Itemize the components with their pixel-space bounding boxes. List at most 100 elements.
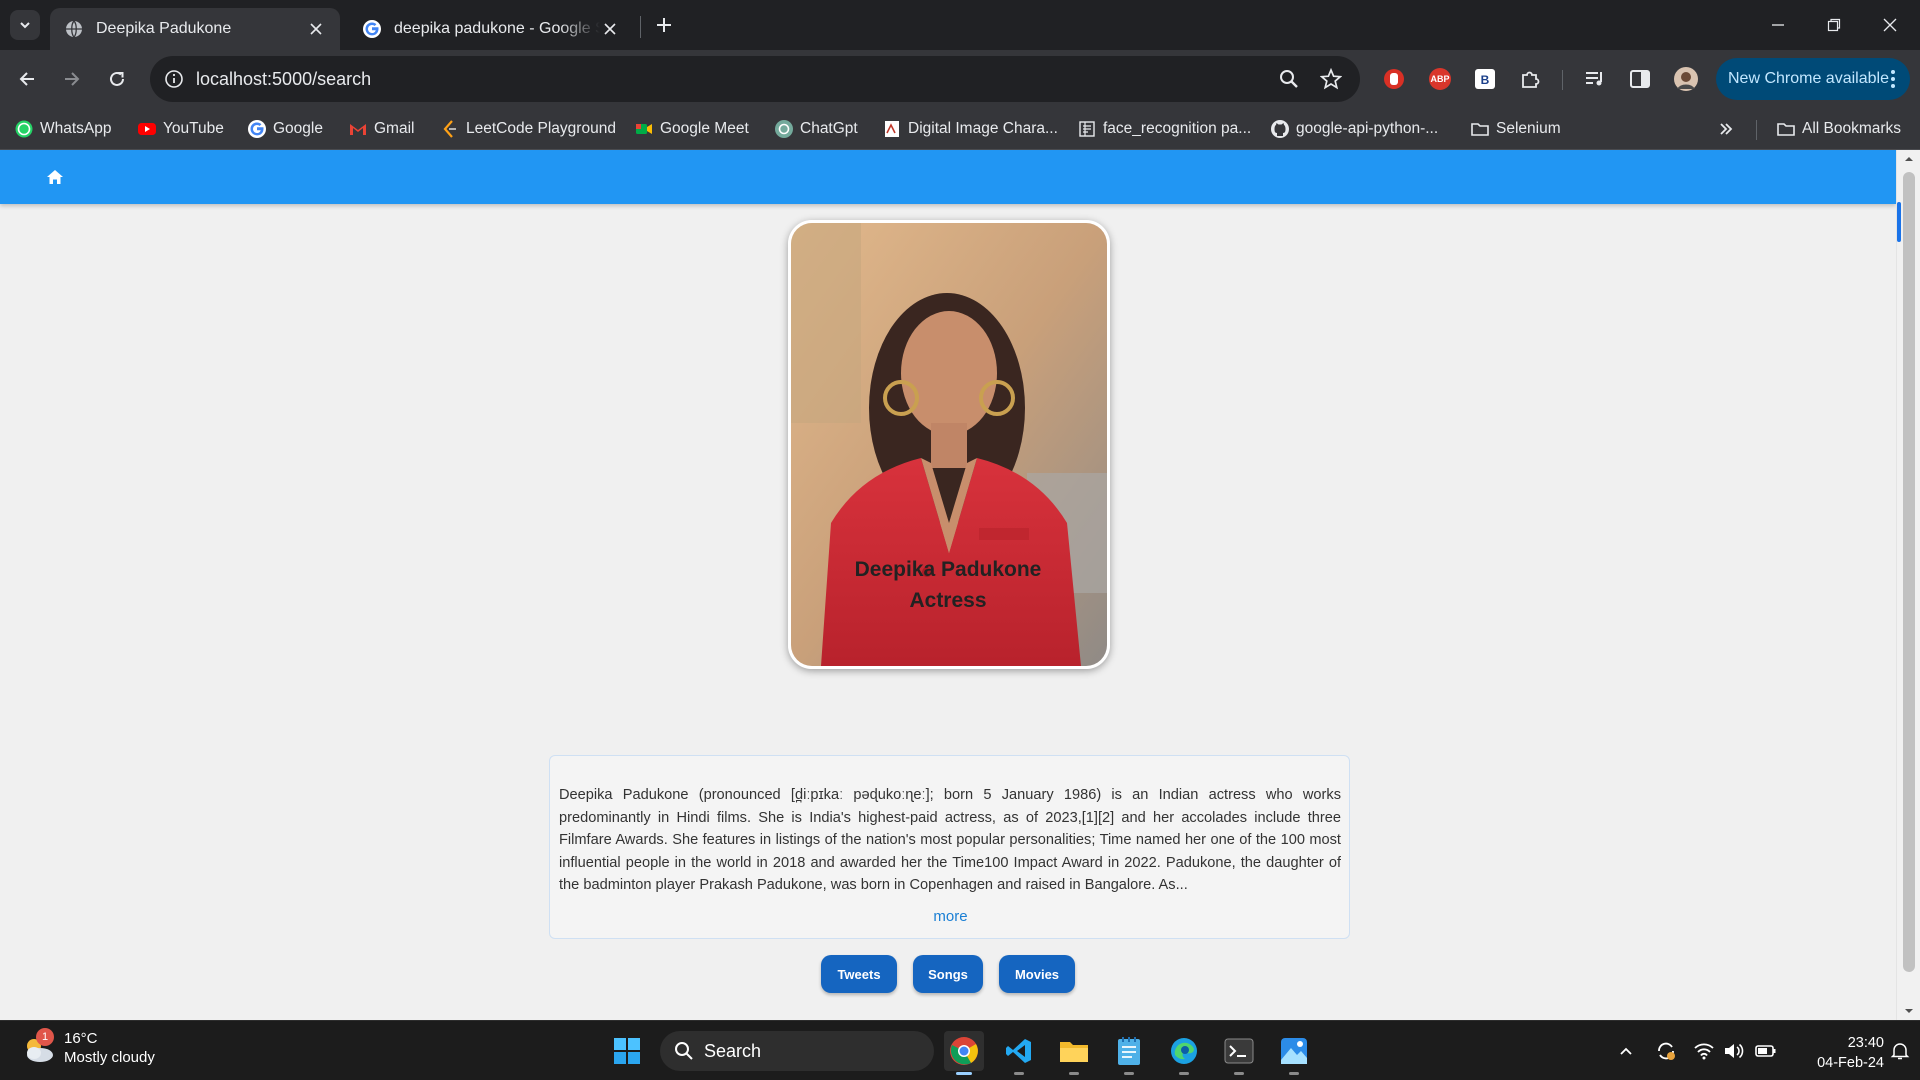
minimize-button[interactable] [1750, 0, 1806, 50]
movies-button[interactable]: Movies [999, 955, 1075, 993]
forward-button[interactable] [55, 62, 89, 96]
chrome-icon [950, 1037, 978, 1065]
address-url[interactable]: localhost:5000/search [196, 69, 371, 90]
gmail-icon [350, 124, 366, 135]
bookmark-google-meet[interactable]: Google Meet [634, 116, 749, 142]
back-button[interactable] [10, 62, 44, 96]
bookmark-face-recognition[interactable]: face_recognition pa... [1077, 116, 1251, 142]
scroll-up-icon[interactable] [1904, 154, 1914, 164]
tab-separator [640, 16, 641, 38]
bookmark-gmail[interactable]: Gmail [348, 116, 414, 142]
leetcode-icon [443, 120, 456, 138]
battery-icon [1755, 1045, 1776, 1057]
chevron-up-icon [1620, 1047, 1632, 1055]
extension-stop-button[interactable] [1380, 65, 1408, 93]
taskbar-notepad[interactable] [1109, 1031, 1149, 1075]
close-icon [1883, 18, 1897, 32]
scroll-position-marker [1897, 202, 1901, 242]
extensions-button[interactable] [1516, 65, 1544, 93]
reload-button[interactable] [100, 62, 134, 96]
bookmarks-overflow-button[interactable] [1718, 116, 1734, 142]
media-controls-button[interactable] [1581, 65, 1609, 93]
globe-icon [66, 20, 82, 38]
restore-button[interactable] [1806, 0, 1862, 50]
close-window-button[interactable] [1862, 0, 1918, 50]
tray-overflow-button[interactable] [1614, 1039, 1638, 1063]
windows-taskbar: 1 16°C Mostly cloudy Search 23:40 04-Feb… [0, 1020, 1920, 1080]
toolbar-separator [1562, 70, 1563, 90]
tray-battery-button[interactable] [1754, 1039, 1778, 1063]
bookmark-folder-selenium[interactable]: Selenium [1470, 116, 1561, 142]
site-info-button[interactable] [160, 65, 188, 93]
side-panel-button[interactable] [1626, 65, 1654, 93]
weather-widget[interactable]: 1 16°C Mostly cloudy [20, 1028, 155, 1067]
scroll-thumb[interactable] [1903, 172, 1915, 972]
taskbar-terminal[interactable] [1219, 1031, 1259, 1075]
start-button[interactable] [607, 1031, 647, 1071]
scroll-down-icon[interactable] [1904, 1006, 1914, 1016]
new-tab-button[interactable] [650, 11, 678, 39]
double-chevron-right-icon [1720, 123, 1733, 135]
extension-b-button[interactable]: B [1471, 65, 1499, 93]
bookmark-leetcode[interactable]: LeetCode Playground [440, 116, 616, 142]
bookmark-star-button[interactable] [1318, 66, 1344, 92]
photos-icon [1281, 1038, 1307, 1064]
clock-date: 04-Feb-24 [1817, 1055, 1884, 1071]
bookmark-google[interactable]: Google [247, 116, 323, 142]
bio-text: Deepika Padukone (pronounced [d̪iːpɪkaː … [559, 787, 1341, 893]
search-icon [675, 1042, 693, 1060]
address-bar[interactable]: localhost:5000/search [150, 56, 1360, 102]
tab-deepika-padukone[interactable]: Deepika Padukone [50, 8, 340, 50]
vscode-icon [1006, 1039, 1031, 1063]
tray-sync-button[interactable] [1654, 1039, 1678, 1063]
minimize-icon [1772, 24, 1784, 26]
taskbar-chrome[interactable] [944, 1031, 984, 1075]
more-vert-icon [1891, 70, 1895, 88]
plus-icon [657, 18, 671, 32]
meet-icon [636, 124, 652, 134]
all-bookmarks-label: All Bookmarks [1802, 120, 1902, 137]
zoom-button[interactable] [1276, 66, 1302, 92]
taskbar-search[interactable]: Search [660, 1031, 934, 1071]
page-icon [885, 121, 899, 137]
bookmark-chatgpt[interactable]: ChatGpt [774, 116, 858, 142]
taskbar-edge[interactable] [1164, 1031, 1204, 1075]
bookmark-google-api-python[interactable]: google-api-python-... [1270, 116, 1438, 142]
tray-volume-button[interactable] [1722, 1039, 1746, 1063]
bookmark-whatsapp[interactable]: WhatsApp [14, 116, 112, 142]
avatar [1674, 67, 1698, 91]
bookmark-label: Google Meet [660, 120, 749, 137]
page-icon [1079, 121, 1095, 137]
github-icon [1271, 120, 1289, 138]
bookmark-label: Digital Image Chara... [908, 120, 1058, 137]
close-icon [604, 23, 616, 35]
bookmark-label: google-api-python-... [1296, 120, 1439, 137]
page-scrollbar[interactable] [1896, 150, 1920, 1020]
home-link[interactable] [44, 166, 66, 188]
folder-icon [1777, 123, 1795, 136]
bookmark-youtube[interactable]: YouTube [137, 116, 224, 142]
adblock-plus-button[interactable]: ABP [1426, 65, 1454, 93]
bookmark-digital-image[interactable]: Digital Image Chara... [882, 116, 1058, 142]
tab-search-button[interactable] [10, 10, 40, 40]
songs-button[interactable]: Songs [913, 955, 983, 993]
taskbar-clock[interactable]: 23:40 04-Feb-24 [1794, 1033, 1884, 1073]
info-icon [165, 70, 183, 88]
tab-close-button[interactable] [306, 19, 326, 39]
new-chrome-available-button[interactable]: New Chrome available [1716, 58, 1910, 100]
volume-icon [1725, 1043, 1744, 1059]
tab-close-button[interactable] [600, 19, 620, 39]
arrow-left-icon [19, 72, 34, 86]
taskbar-vscode[interactable] [999, 1031, 1039, 1075]
taskbar-photos[interactable] [1274, 1031, 1314, 1075]
all-bookmarks-button[interactable]: All Bookmarks [1776, 116, 1901, 142]
notifications-button[interactable] [1888, 1039, 1912, 1063]
more-link[interactable]: more [550, 908, 1351, 925]
tray-wifi-button[interactable] [1692, 1039, 1716, 1063]
tweets-button[interactable]: Tweets [821, 955, 897, 993]
profile-avatar-button[interactable] [1672, 65, 1700, 93]
taskbar-file-explorer[interactable] [1054, 1031, 1094, 1075]
wifi-icon [1694, 1043, 1714, 1060]
person-name: Deepika Padukone [854, 558, 1042, 581]
tab-google-search[interactable]: deepika padukone - Google Search [348, 8, 634, 50]
